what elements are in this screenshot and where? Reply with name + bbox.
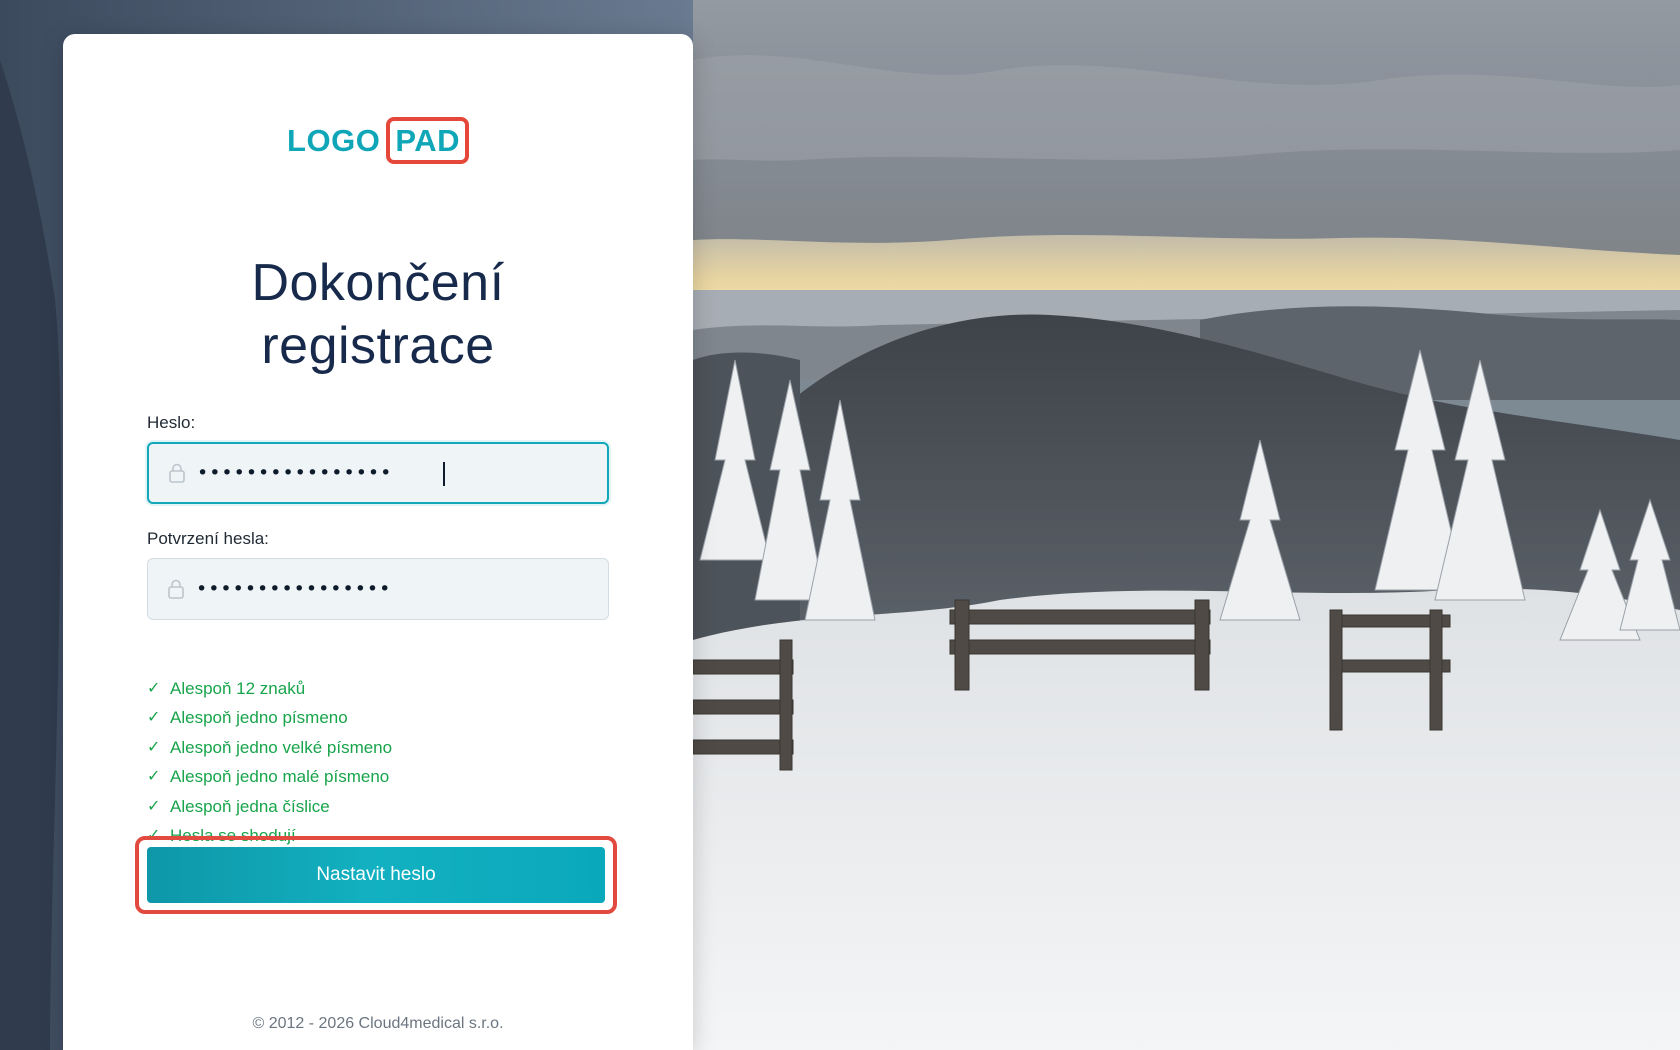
lock-icon (157, 463, 197, 483)
check-icon: ✓ (147, 797, 161, 815)
requirement-text: Alespoň jedno malé písmeno (170, 767, 390, 787)
footer-copyright: © 2012 - 2026 Cloud4medical s.r.o. (252, 1015, 504, 1032)
registration-card: LOGO PAD Dokončení registrace Heslo: Pot… (63, 34, 693, 1050)
lock-icon (156, 579, 196, 599)
page: LOGO PAD Dokončení registrace Heslo: Pot… (0, 0, 1680, 1050)
password-requirements: ✓ Alespoň 12 znaků ✓ Alespoň jedno písmeno… (147, 674, 392, 850)
requirement-text: Alespoň jedno velké písmeno (170, 737, 393, 757)
requirement-item: ✓ Alespoň jedno malé písmeno (147, 762, 392, 791)
password-label: Heslo: (147, 413, 196, 432)
logo-word: LOGO (287, 122, 381, 158)
check-icon: ✓ (147, 768, 161, 786)
confirm-password-input[interactable] (196, 569, 596, 609)
password-input[interactable] (197, 453, 597, 493)
requirement-item: ✓ Alespoň jedno velké písmeno (147, 733, 392, 762)
check-icon: ✓ (147, 709, 161, 727)
requirement-item: ✓ Alespoň jedno písmeno (147, 703, 392, 732)
text-caret (443, 462, 445, 486)
submit-button-highlight: Nastavit heslo (135, 836, 617, 914)
requirement-text: Alespoň 12 znaků (170, 679, 306, 698)
requirement-item: ✓ Alespoň jedna číslice (147, 792, 392, 821)
requirement-text: Alespoň jedna číslice (170, 796, 330, 816)
check-icon: ✓ (147, 738, 161, 756)
check-icon: ✓ (147, 680, 161, 697)
requirement-text: Alespoň jedno písmeno (170, 708, 348, 728)
confirm-password-label: Potvrzení hesla: (147, 529, 269, 548)
confirm-password-field[interactable] (147, 558, 609, 620)
page-title: Dokončení registrace (63, 252, 693, 378)
logo: LOGO PAD (63, 117, 693, 164)
page-title-line-2: registrace (261, 317, 495, 375)
logo-pad-highlight: PAD (386, 117, 469, 164)
page-title-line-1: Dokončení (251, 254, 505, 312)
password-field[interactable] (147, 442, 609, 504)
requirement-item: ✓ Alespoň 12 znaků (147, 674, 392, 703)
set-password-button[interactable]: Nastavit heslo (147, 847, 605, 903)
